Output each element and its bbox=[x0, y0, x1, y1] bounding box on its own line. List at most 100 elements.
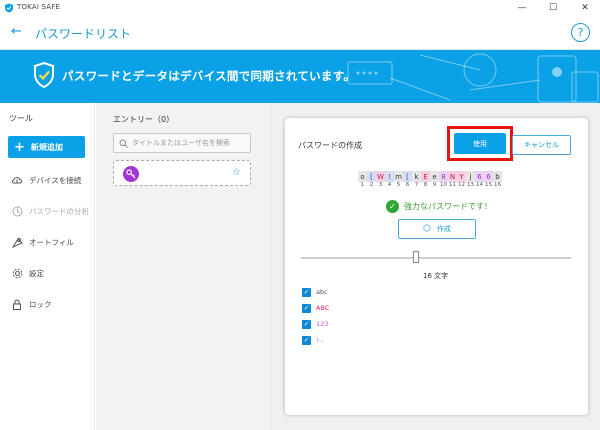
favorite-star-icon[interactable]: ☆ bbox=[232, 167, 241, 178]
password-char: 8 bbox=[439, 171, 448, 182]
sidebar-item-lock[interactable]: ロック bbox=[11, 297, 52, 311]
search-input[interactable]: タイトルまたはユーザ名を検索 bbox=[113, 133, 251, 153]
password-char: N bbox=[448, 171, 457, 182]
search-icon bbox=[119, 139, 128, 148]
generated-password: o[W! m[k Ee 8 N Yj 6 6 b bbox=[358, 171, 502, 182]
length-label: 16 文字 bbox=[423, 272, 449, 280]
character-positions: 1 2 3 4 5 6 7 8 9 10 11 12 13 14 15 16 bbox=[358, 182, 502, 190]
password-char: W bbox=[376, 171, 385, 182]
gear-icon bbox=[11, 267, 23, 279]
password-char: [ bbox=[403, 171, 412, 182]
checkbox-checked-icon[interactable]: ✓ bbox=[302, 335, 311, 345]
option-label-uppercase: ABC bbox=[316, 304, 330, 312]
plus-icon: + bbox=[14, 139, 25, 155]
password-char: o bbox=[358, 171, 367, 182]
char-position: 2 bbox=[369, 182, 374, 188]
cloud-sync-icon bbox=[11, 174, 23, 186]
maximize-button[interactable]: ☐ bbox=[543, 0, 563, 16]
search-placeholder: タイトルまたはユーザ名を検索 bbox=[132, 139, 230, 147]
char-position: 7 bbox=[414, 182, 419, 188]
window-title: TOKAI SAFE bbox=[17, 3, 61, 11]
shield-check-icon bbox=[34, 62, 54, 88]
generate-label: 作成 bbox=[436, 225, 451, 233]
entries-heading: エントリー（0） bbox=[113, 115, 175, 124]
char-position: 11 bbox=[449, 182, 456, 188]
char-position: 1 bbox=[360, 182, 365, 188]
option-uppercase[interactable]: ✓ ABC bbox=[302, 303, 329, 313]
hexagon-gear-icon: ⬡ bbox=[423, 224, 431, 234]
char-position: 10 bbox=[440, 182, 447, 188]
cancel-button[interactable]: キャンセル bbox=[512, 135, 571, 155]
strength-text: 強力なパスワードです！ bbox=[404, 202, 492, 211]
sidebar-heading: ツール bbox=[9, 114, 33, 123]
option-digits[interactable]: ✓ 123 bbox=[302, 319, 328, 329]
char-position: 5 bbox=[396, 182, 401, 188]
autofill-icon bbox=[11, 236, 23, 248]
password-char: j bbox=[466, 171, 475, 182]
sync-banner: パスワードとデータはデバイス間で同期されています。 bbox=[0, 50, 600, 103]
minimize-button[interactable]: — bbox=[512, 0, 532, 16]
password-char: ! bbox=[385, 171, 394, 182]
sidebar-item-label: 設定 bbox=[29, 268, 44, 278]
sidebar: ツール + 新規追加 デバイスを接続 パスワードの分析 オートフィル 設定 ロッ… bbox=[0, 103, 95, 430]
sidebar-item-label: デバイスを接続 bbox=[29, 175, 82, 185]
char-position: 14 bbox=[476, 182, 483, 188]
entry-placeholder-card[interactable]: ☆ bbox=[113, 160, 251, 186]
char-position: 4 bbox=[387, 182, 392, 188]
sidebar-item-connect-device[interactable]: デバイスを接続 bbox=[11, 173, 81, 187]
length-slider-track[interactable] bbox=[301, 257, 571, 259]
char-position: 16 bbox=[494, 182, 501, 188]
close-window-button[interactable]: ✕ bbox=[575, 0, 595, 16]
option-label-digits: 123 bbox=[316, 320, 329, 328]
char-position: 6 bbox=[405, 182, 410, 188]
option-lowercase[interactable]: ✓ abc bbox=[302, 287, 328, 297]
option-symbols[interactable]: ✓ !-, bbox=[302, 335, 323, 345]
length-slider-handle[interactable] bbox=[413, 251, 419, 263]
analysis-icon bbox=[11, 205, 23, 217]
entries-panel: エントリー（0） タイトルまたはユーザ名を検索 ☆ bbox=[96, 103, 269, 430]
char-position: 9 bbox=[432, 182, 437, 188]
sidebar-item-settings[interactable]: 設定 bbox=[11, 266, 44, 280]
password-char: m bbox=[394, 171, 403, 182]
back-arrow-icon[interactable]: ← bbox=[11, 25, 22, 39]
password-char: Y bbox=[457, 171, 466, 182]
window-titlebar: TOKAI SAFE — ☐ ✕ bbox=[0, 0, 600, 16]
sidebar-item-label: オートフィル bbox=[29, 237, 74, 247]
option-label-lowercase: abc bbox=[316, 288, 328, 296]
highlight-annotation-box bbox=[447, 126, 513, 161]
option-label-symbols: !-, bbox=[316, 336, 324, 344]
lock-icon bbox=[11, 298, 23, 310]
char-position: 3 bbox=[378, 182, 383, 188]
sidebar-item-password-analysis[interactable]: パスワードの分析 bbox=[11, 204, 89, 218]
checkbox-checked-icon[interactable]: ✓ bbox=[302, 303, 311, 313]
generate-button[interactable]: ⬡ 作成 bbox=[398, 219, 476, 239]
sidebar-item-autofill[interactable]: オートフィル bbox=[11, 235, 74, 249]
password-char: b bbox=[493, 171, 502, 182]
checkbox-checked-icon[interactable]: ✓ bbox=[302, 319, 311, 329]
checkbox-checked-icon[interactable]: ✓ bbox=[302, 287, 311, 297]
sidebar-item-label: ロック bbox=[29, 299, 52, 309]
password-char: 6 bbox=[484, 171, 493, 182]
password-char: e bbox=[430, 171, 439, 182]
password-char: [ bbox=[367, 171, 376, 182]
char-position: 12 bbox=[458, 182, 465, 188]
sidebar-item-label: パスワードの分析 bbox=[29, 206, 89, 216]
key-icon bbox=[123, 166, 139, 182]
new-entry-button[interactable]: + 新規追加 bbox=[8, 136, 85, 158]
char-position: 13 bbox=[467, 182, 474, 188]
strength-indicator: ✓ 強力なパスワードです！ bbox=[386, 200, 492, 213]
help-icon[interactable]: ? bbox=[571, 23, 590, 42]
new-entry-label: 新規追加 bbox=[30, 142, 63, 152]
password-char: E bbox=[421, 171, 430, 182]
checkmark-icon: ✓ bbox=[386, 200, 399, 213]
banner-decoration-icon bbox=[347, 53, 599, 103]
char-position: 8 bbox=[423, 182, 428, 188]
password-char: k bbox=[412, 171, 421, 182]
password-generator-card: パスワードの作成 使用 キャンセル o[W! m[k Ee 8 N Yj 6 6 b 12345… bbox=[285, 118, 588, 415]
char-position: 15 bbox=[485, 182, 492, 188]
banner-text: パスワードとデータはデバイス間で同期されています。 bbox=[62, 69, 356, 83]
generator-title: パスワードの作成 bbox=[298, 141, 362, 150]
tokai-safe-logo-icon bbox=[5, 3, 13, 13]
page-title: パスワードリスト bbox=[35, 27, 132, 41]
password-char: 6 bbox=[475, 171, 484, 182]
